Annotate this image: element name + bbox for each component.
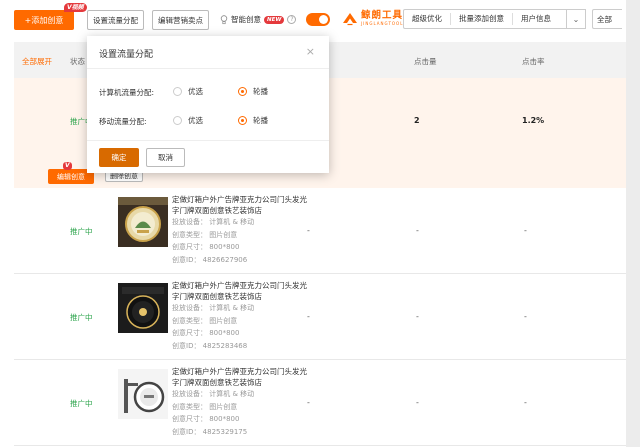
cell-dash: - xyxy=(307,312,310,321)
lightbox-image xyxy=(118,197,168,247)
mobile-option-best[interactable]: 优选 xyxy=(173,115,203,126)
cell-dash: - xyxy=(416,226,419,235)
column-status: 状态 xyxy=(70,57,85,66)
creative-title[interactable]: 定做灯箱户外广告牌亚克力公司门头发光字门牌双面创意铁艺装饰店 xyxy=(172,366,312,388)
mobile-traffic-label: 移动流量分配: xyxy=(99,117,147,126)
option-label: 轮播 xyxy=(253,87,268,96)
creative-device: 投放设备： 计算机 & 移动 xyxy=(172,390,255,398)
group-clicks: 2 xyxy=(414,116,420,125)
creative-thumbnail[interactable] xyxy=(118,197,168,247)
option-label: 优选 xyxy=(188,116,203,125)
lightbox-image xyxy=(118,283,168,333)
new-badge: NEW xyxy=(264,15,285,24)
divider xyxy=(87,140,329,141)
logo-sub-text: JINGLANGTOOL xyxy=(361,21,404,26)
chevron-down-icon[interactable]: ⌄ xyxy=(566,9,586,29)
confirm-button[interactable]: 确定 xyxy=(99,148,139,167)
dialog-title: 设置流量分配 xyxy=(99,50,154,60)
option-label: 轮播 xyxy=(253,116,268,125)
creative-type: 创意类型： 图片创意 xyxy=(172,230,238,239)
expand-all-link[interactable]: 全部展开 xyxy=(22,56,52,67)
creative-type: 创意类型： 图片创意 xyxy=(172,402,238,411)
group-ctr: 1.2% xyxy=(522,116,545,125)
creative-info: 定做灯箱户外广告牌亚克力公司门头发光字门牌双面创意铁艺装饰店 投放设备： 计算机… xyxy=(172,366,312,438)
column-clicks: 点击量 xyxy=(414,57,437,66)
creative-info: 定做灯箱户外广告牌亚克力公司门头发光字门牌双面创意铁艺装饰店 投放设备： 计算机… xyxy=(172,280,312,352)
column-ctr: 点击率 xyxy=(522,57,545,66)
logo-mark-icon xyxy=(343,13,357,26)
cancel-button[interactable]: 取消 xyxy=(146,148,185,167)
cell-dash: - xyxy=(307,226,310,235)
traffic-allocation-button[interactable]: 设置流量分配 xyxy=(87,10,144,30)
video-badge: V视频 xyxy=(64,3,87,12)
scroll-gutter xyxy=(626,0,640,447)
cell-dash: - xyxy=(524,398,527,407)
smart-creative-label: 智能创意 xyxy=(231,15,261,24)
row-status: 推广中 xyxy=(70,399,93,408)
lightbulb-icon xyxy=(220,14,228,24)
add-creative-button[interactable]: +添加创意 xyxy=(14,10,74,30)
row-status: 推广中 xyxy=(70,313,93,322)
tool-tab-group: 超级优化 批量添加创意 用户信息 xyxy=(403,9,585,29)
creative-id: 创意ID： 4826627906 xyxy=(172,255,248,264)
creative-type: 创意类型： 图片创意 xyxy=(172,316,238,325)
brand-logo: 鲸朗工具 JINGLANGTOOL xyxy=(342,10,403,26)
logo-main-text: 鲸朗工具 xyxy=(361,10,404,21)
creative-size: 创意尺寸： 800*800 xyxy=(172,243,240,251)
creative-id: 创意ID： 4825329175 xyxy=(172,427,248,436)
creative-title[interactable]: 定做灯箱户外广告牌亚克力公司门头发光字门牌双面创意铁艺装饰店 xyxy=(172,194,312,216)
table-row: 推广中 定做灯箱户外广告牌亚克力公司门头发光字门牌双面创意铁艺装饰店 投放设备：… xyxy=(14,274,626,360)
close-icon[interactable]: × xyxy=(306,45,315,58)
traffic-allocation-dialog: 设置流量分配 × 计算机流量分配: 优选 轮播 移动流量分配: 优选 轮播 确定… xyxy=(87,36,329,173)
smart-creative-toggle[interactable] xyxy=(306,13,330,26)
creative-device: 投放设备： 计算机 & 移动 xyxy=(172,304,255,312)
all-filter-button[interactable]: 全部 xyxy=(592,9,622,29)
lightbox-image xyxy=(118,369,168,419)
cell-dash: - xyxy=(524,226,527,235)
divider xyxy=(87,68,329,69)
pc-option-best[interactable]: 优选 xyxy=(173,86,203,97)
pc-option-rotate[interactable]: 轮播 xyxy=(238,86,268,97)
help-icon[interactable]: ? xyxy=(287,15,297,24)
option-label: 优选 xyxy=(188,87,203,96)
cell-dash: - xyxy=(524,312,527,321)
cell-dash: - xyxy=(307,398,310,407)
smart-creative: 智能创意 NEW ? xyxy=(220,14,297,25)
tab-user-info[interactable]: 用户信息 xyxy=(513,13,559,25)
cell-dash: - xyxy=(416,398,419,407)
creative-id: 创意ID： 4825283468 xyxy=(172,341,248,350)
tab-super-optimize[interactable]: 超级优化 xyxy=(404,13,451,25)
row-status: 推广中 xyxy=(70,227,93,236)
creative-device: 投放设备： 计算机 & 移动 xyxy=(172,218,255,226)
creative-info: 定做灯箱户外广告牌亚克力公司门头发光字门牌双面创意铁艺装饰店 投放设备： 计算机… xyxy=(172,194,312,266)
creative-thumbnail[interactable] xyxy=(118,369,168,419)
creative-thumbnail[interactable] xyxy=(118,283,168,333)
cell-dash: - xyxy=(416,312,419,321)
table-row: 推广中 定做灯箱户外广告牌亚克力公司门头发光字门牌双面创意铁艺装饰店 投放设备：… xyxy=(14,188,626,274)
edit-video-badge: V xyxy=(63,162,72,170)
table-row: 推广中 定做灯箱户外广告牌亚克力公司门头发光字门牌双面创意铁艺装饰店 投放设备：… xyxy=(14,360,626,446)
pc-traffic-label: 计算机流量分配: xyxy=(99,88,155,97)
creative-size: 创意尺寸： 800*800 xyxy=(172,329,240,337)
creative-size: 创意尺寸： 800*800 xyxy=(172,415,240,423)
tab-batch-add-creative[interactable]: 批量添加创意 xyxy=(451,13,513,25)
mobile-option-rotate[interactable]: 轮播 xyxy=(238,115,268,126)
radio-icon xyxy=(173,116,182,125)
radio-icon xyxy=(173,87,182,96)
radio-selected-icon xyxy=(238,87,247,96)
edit-selling-points-button[interactable]: 编辑营销卖点 xyxy=(152,10,209,30)
radio-selected-icon xyxy=(238,116,247,125)
creative-title[interactable]: 定做灯箱户外广告牌亚克力公司门头发光字门牌双面创意铁艺装饰店 xyxy=(172,280,312,302)
